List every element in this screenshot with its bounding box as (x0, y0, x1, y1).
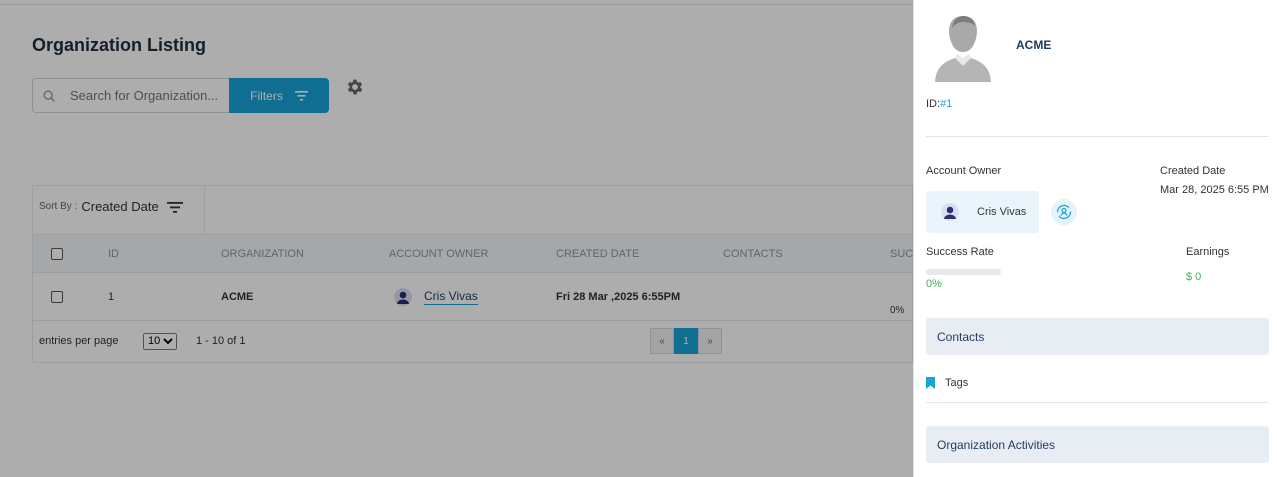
created-date-value: Mar 28, 2025 6:55 PM (1160, 184, 1269, 196)
divider (926, 402, 1269, 403)
earnings-value: $ 0 (1186, 271, 1202, 283)
organization-avatar (931, 10, 995, 82)
success-rate-progress (926, 269, 1001, 275)
success-rate-value: 0% (926, 278, 942, 290)
organization-detail-panel: ACME ID:#1 Account Owner Created Date Ma… (913, 0, 1277, 477)
modal-backdrop[interactable] (0, 0, 913, 477)
tags-row[interactable]: Tags (926, 377, 968, 389)
account-owner-chip[interactable]: Cris Vivas (926, 191, 1039, 233)
account-owner-label: Account Owner (926, 165, 1002, 177)
success-rate-label: Success Rate (926, 246, 994, 258)
change-user-icon (1056, 204, 1072, 220)
account-owner-name: Cris Vivas (977, 206, 1027, 218)
organization-activities-header[interactable]: Organization Activities (926, 426, 1269, 463)
earnings-label: Earnings (1186, 246, 1230, 258)
avatar (941, 203, 959, 221)
contacts-section-header[interactable]: Contacts (926, 318, 1269, 355)
id-label: ID: (926, 98, 941, 110)
created-date-label: Created Date (1160, 165, 1226, 177)
divider (926, 136, 1269, 137)
organization-id: ID:#1 (926, 98, 952, 110)
organization-name: ACME (1016, 38, 1052, 52)
tags-label: Tags (945, 377, 969, 389)
bookmark-icon (926, 377, 935, 389)
change-owner-button[interactable] (1051, 199, 1077, 225)
id-value[interactable]: #1 (940, 98, 952, 110)
